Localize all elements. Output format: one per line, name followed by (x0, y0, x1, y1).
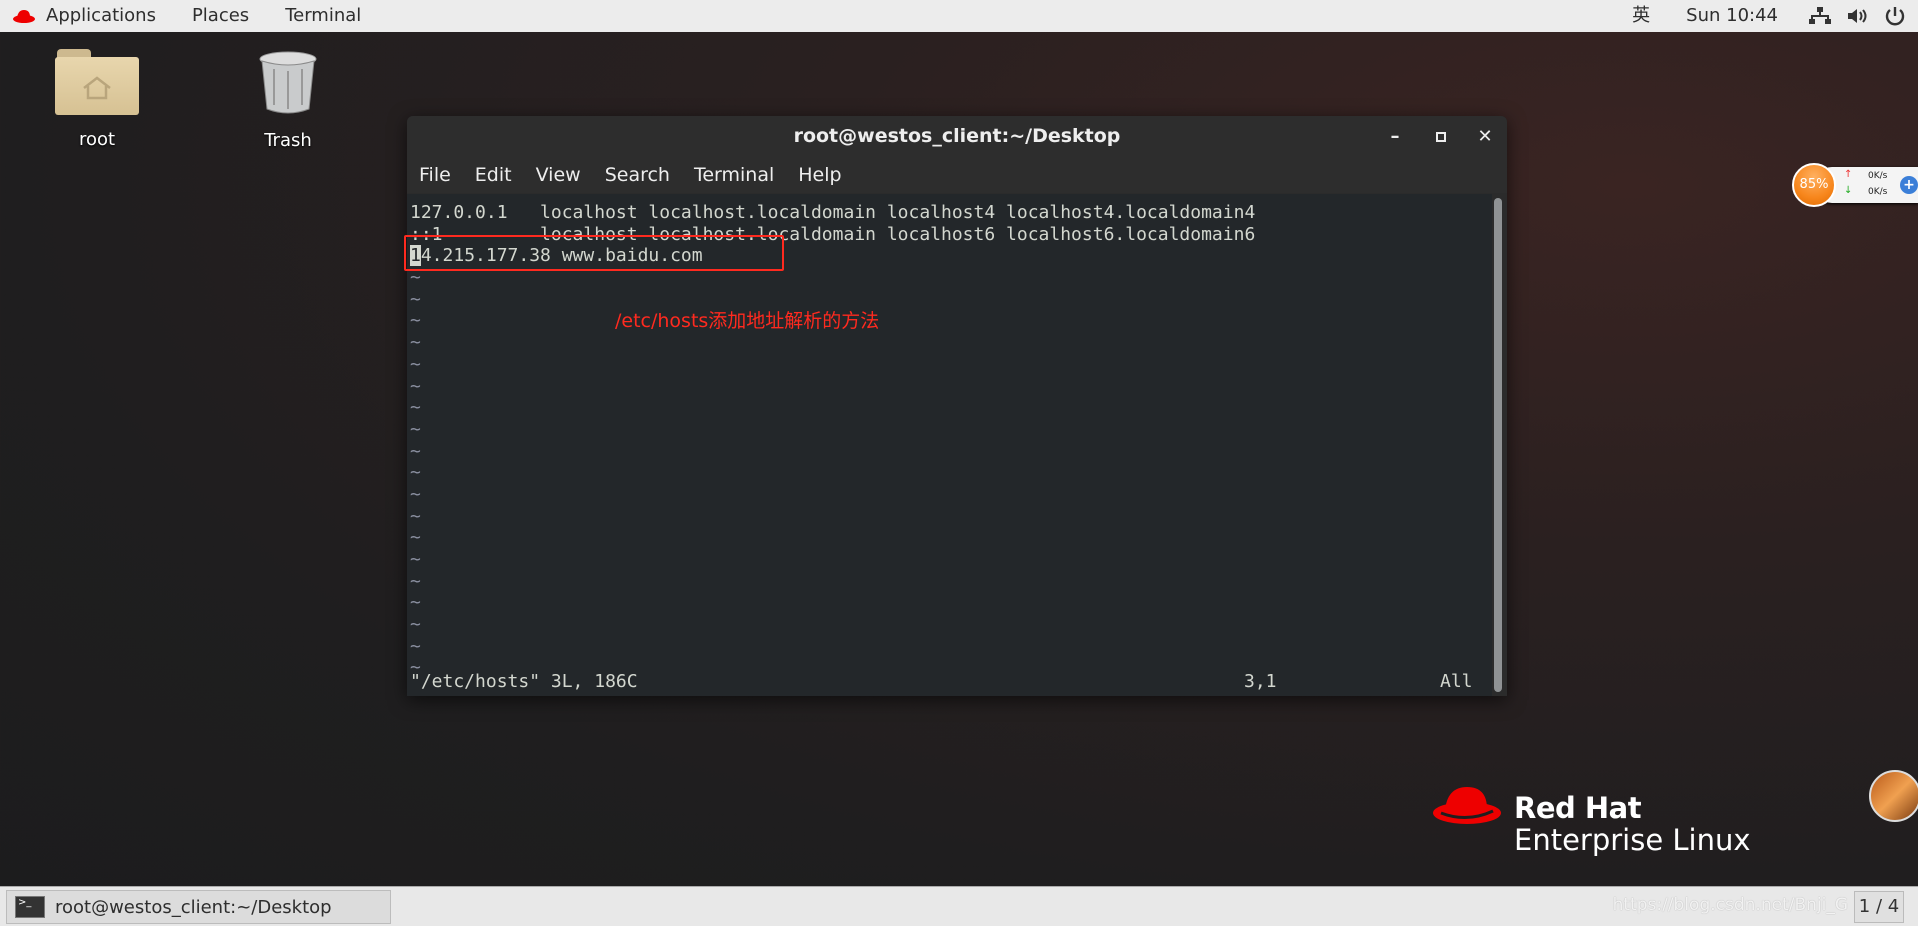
brand-line2: Enterprise Linux (1514, 823, 1751, 857)
maximize-button[interactable] (1421, 116, 1461, 157)
redhat-logo-icon (1433, 787, 1501, 824)
desktop-icon-trash[interactable]: Trash (245, 49, 331, 151)
status-position: 3,1 (1244, 671, 1277, 692)
empty-line-tilde: ~ (410, 614, 421, 636)
empty-line-tilde: ~ (410, 549, 421, 570)
empty-line-tilde: ~ (410, 310, 421, 332)
empty-line-tilde: ~ (410, 483, 421, 505)
empty-line-tilde: ~ (410, 332, 421, 354)
status-file: "/etc/hosts" 3L, 186C (410, 671, 638, 692)
task-label: root@westos_client:~/Desktop (55, 896, 332, 918)
empty-line-tilde: ~ (410, 418, 421, 440)
user-avatar[interactable] (1869, 770, 1918, 822)
redhat-menu-icon (13, 10, 35, 23)
trash-icon (259, 51, 317, 114)
close-button[interactable]: ✕ (1465, 116, 1505, 157)
window-titlebar[interactable]: root@westos_client:~/Desktop – ✕ (407, 116, 1507, 157)
volume-icon[interactable] (1846, 6, 1870, 26)
download-speed: 0K/s (1868, 187, 1888, 197)
vim-status-line: "/etc/hosts" 3L, 186C 3,1 All (410, 668, 1490, 696)
taskbar: >_ root@westos_client:~/Desktop 1 / 4 ht… (0, 886, 1918, 926)
empty-line-tilde: ~ (410, 440, 421, 462)
menu-bar: File Edit View Search Terminal Help (407, 157, 1507, 193)
menu-view[interactable]: View (536, 164, 581, 186)
terminal-window[interactable]: root@westos_client:~/Desktop – ✕ File Ed… (407, 116, 1507, 696)
applications-menu[interactable]: Applications (36, 0, 174, 32)
upload-arrow-icon: ↑ (1844, 169, 1853, 180)
input-method[interactable]: 英 (1614, 0, 1668, 32)
cpu-gauge: 85% (1792, 163, 1836, 207)
watermark: https://blog.csdn.net/Bnji_G (1612, 895, 1848, 915)
desktop-icon-root[interactable]: root (50, 49, 144, 150)
menu-edit[interactable]: Edit (475, 164, 512, 186)
empty-line-tilde: ~ (410, 375, 421, 397)
power-icon[interactable] (1884, 5, 1906, 27)
clock[interactable]: Sun 10:44 (1668, 0, 1808, 32)
network-icon[interactable] (1808, 6, 1832, 26)
desktop-icon-label: Trash (264, 130, 312, 151)
empty-line-tilde: ~ (410, 397, 421, 419)
desktop-icon-label: root (78, 129, 116, 150)
window-title: root@westos_client:~/Desktop (793, 125, 1121, 147)
menu-search[interactable]: Search (605, 164, 670, 186)
empty-line-tilde: ~ (410, 635, 421, 657)
empty-line-tilde: ~ (410, 527, 421, 549)
home-folder-icon (55, 49, 139, 115)
empty-line-tilde: ~ (410, 288, 421, 310)
empty-line-tilde: ~ (410, 353, 421, 375)
menu-file[interactable]: File (419, 164, 451, 186)
workspace-switcher[interactable]: 1 / 4 (1854, 891, 1904, 923)
file-line: 127.0.0.1 localhost localhost.localdomai… (410, 202, 1256, 223)
cpu-value: 85% (1799, 177, 1829, 192)
terminal-icon: >_ (15, 896, 45, 918)
empty-line-tilde: ~ (410, 505, 421, 527)
empty-line-tilde: ~ (410, 462, 421, 484)
brand-line1: Red Hat (1514, 791, 1642, 825)
empty-line-tilde: ~ (410, 570, 421, 592)
minimize-button[interactable]: – (1375, 116, 1415, 157)
add-icon[interactable]: + (1900, 176, 1918, 194)
top-bar: Applications Places Terminal 英 Sun 10:44 (0, 0, 1918, 32)
places-menu[interactable]: Places (174, 0, 267, 32)
download-arrow-icon: ↓ (1844, 185, 1853, 196)
empty-line-tilde: ~ (410, 592, 421, 614)
annotation-text: /etc/hosts添加地址解析的方法 (615, 310, 880, 332)
terminal-app-menu[interactable]: Terminal (267, 0, 379, 32)
upload-speed: 0K/s (1868, 171, 1888, 181)
taskbar-terminal-button[interactable]: >_ root@westos_client:~/Desktop (6, 890, 391, 924)
status-scroll: All (1440, 671, 1473, 692)
menu-help[interactable]: Help (798, 164, 841, 186)
highlight-box (404, 235, 784, 271)
network-monitor-widget[interactable]: 85% ↑ ↓ 0K/s 0K/s + (1792, 163, 1918, 207)
menu-terminal[interactable]: Terminal (694, 164, 774, 186)
scrollbar[interactable] (1494, 198, 1502, 692)
